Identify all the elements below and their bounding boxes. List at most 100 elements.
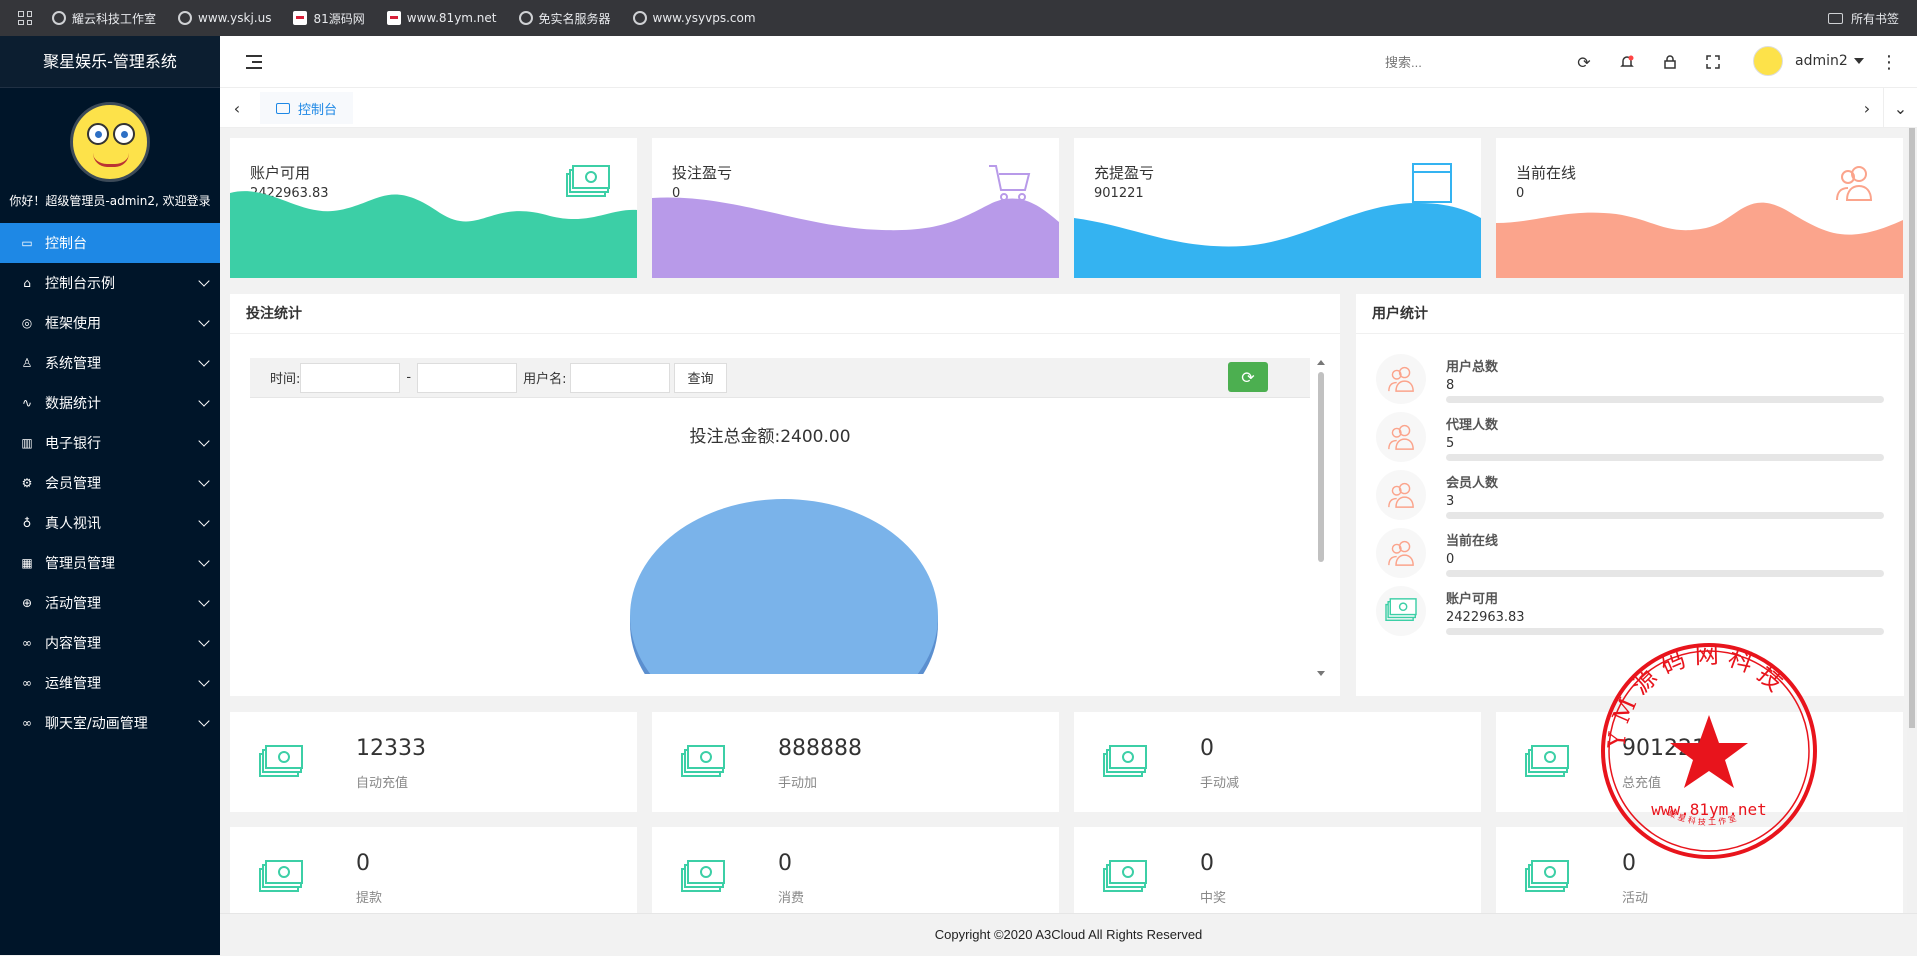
sidebar-item[interactable]: ▭ 控制台: [0, 223, 220, 263]
chevron-down-icon: [198, 555, 210, 567]
sidebar-item[interactable]: ◎ 框架使用: [0, 303, 220, 343]
sidebar-item[interactable]: ⚙ 会员管理: [0, 463, 220, 503]
bookmark-item[interactable]: 免实名服务器: [518, 10, 611, 27]
bookmark-item[interactable]: 耀云科技工作室: [52, 10, 156, 27]
bookmark-item[interactable]: www.81ym.net: [386, 11, 497, 25]
progress-bar: [1446, 628, 1884, 635]
fullscreen-icon[interactable]: [1704, 53, 1722, 71]
money-icon: [1102, 742, 1148, 784]
mini-stat-label: 中奖: [1200, 891, 1227, 906]
mini-stat-label: 消费: [778, 891, 805, 906]
bookmark-item[interactable]: 81源码网: [293, 10, 365, 27]
user-menu[interactable]: admin2: [1753, 46, 1864, 76]
sidebar-item[interactable]: ▥ 电子银行: [0, 423, 220, 463]
refresh-icon[interactable]: ⟳: [1575, 53, 1593, 72]
welcome-text: 你好！超级管理员-admin2, 欢迎登录: [9, 194, 211, 208]
progress-bar: [1446, 396, 1884, 403]
tab-prev-icon[interactable]: ‹: [220, 88, 254, 128]
username: admin2: [1795, 53, 1848, 69]
sidebar-item-label: 会员管理: [45, 476, 101, 492]
user-statistics-panel: 用户统计 用户总数 8 代理人数 5 会员人数 3 当前在线 0 账户可用 24…: [1356, 294, 1904, 696]
money-icon: [258, 857, 304, 899]
chevron-down-icon: [198, 715, 210, 727]
money-icon: [258, 742, 304, 784]
wave-decoration: [230, 191, 637, 278]
sidebar-item-label: 活动管理: [45, 596, 101, 612]
pie-chart: [230, 294, 1310, 696]
money-icon: [1376, 586, 1426, 636]
sidebar-item[interactable]: ⌂ 控制台示例: [0, 263, 220, 303]
infinity-icon: ∞: [22, 716, 32, 730]
mini-stat-card: 0 消费: [652, 827, 1059, 913]
user-stat-row: 用户总数 8: [1376, 354, 1884, 416]
globe-icon: [52, 11, 66, 25]
sidebar-item-label: 电子银行: [45, 436, 101, 452]
user-stat-label: 代理人数: [1446, 418, 1499, 433]
flask-icon: ♁: [22, 516, 32, 530]
users-icon: [1376, 470, 1426, 520]
gear-icon: ⚙: [21, 476, 33, 490]
tab-dropdown-icon[interactable]: ⌄: [1883, 88, 1917, 128]
sidebar-item[interactable]: ⊕ 活动管理: [0, 583, 220, 623]
sidebar-menu: ▭ 控制台 ⌂ 控制台示例 ◎ 框架使用 ♙ 系统管理 ∿ 数据统计 ▥ 电子银行 ⚙ 会员管理 ♁ 真人视讯…: [0, 223, 220, 743]
sidebar-item[interactable]: ∞ 运维管理: [0, 663, 220, 703]
money-icon: [1102, 857, 1148, 899]
panel-scrollbar[interactable]: [1316, 360, 1326, 676]
mini-stat-card: 901221 总充值: [1496, 712, 1903, 812]
menu-toggle-icon[interactable]: [246, 55, 262, 69]
mini-stat-label: 活动: [1622, 891, 1649, 906]
avatar: [70, 102, 150, 182]
more-vertical-icon[interactable]: ⋮: [1880, 36, 1898, 88]
sidebar-item[interactable]: ♁ 真人视讯: [0, 503, 220, 543]
wave-decoration: [652, 197, 1059, 278]
sidebar-item-label: 运维管理: [45, 676, 101, 692]
mini-stat-card: 888888 手动加: [652, 712, 1059, 812]
user-stat-label: 会员人数: [1446, 476, 1499, 491]
bookmark-item[interactable]: www.ysyvps.com: [632, 11, 756, 25]
lock-icon[interactable]: [1661, 53, 1679, 71]
stat-card: 账户可用 2422963.83: [230, 138, 637, 278]
money-icon: [680, 742, 726, 784]
user-stat-row: 代理人数 5: [1376, 412, 1884, 474]
infinity-icon: ∞: [22, 636, 32, 650]
sidebar-item-label: 框架使用: [45, 316, 101, 332]
user-stat-label: 用户总数: [1446, 360, 1499, 375]
tab-dashboard[interactable]: 控制台: [260, 92, 354, 124]
user-stat-row: 账户可用 2422963.83: [1376, 586, 1884, 648]
all-bookmarks-button[interactable]: 所有书签: [1827, 0, 1899, 36]
sidebar-item-label: 系统管理: [45, 356, 101, 372]
money-icon: [1524, 742, 1570, 784]
search-input[interactable]: [1385, 50, 1525, 74]
monitor-icon: [276, 102, 290, 114]
user-avatar: [1753, 46, 1783, 76]
bookmark-item[interactable]: www.yskj.us: [178, 11, 271, 25]
panel-title: 用户统计: [1356, 294, 1904, 334]
progress-bar: [1446, 570, 1884, 577]
tab-bar: ‹ 控制台 › ⌄: [220, 88, 1917, 128]
site-icon: [293, 11, 308, 25]
sidebar-item[interactable]: ∞ 内容管理: [0, 623, 220, 663]
mini-stat-label: 手动减: [1200, 776, 1240, 791]
sidebar-item[interactable]: ∿ 数据统计: [0, 383, 220, 423]
pulse-icon: ∿: [21, 396, 33, 410]
mini-stat-label: 自动充值: [356, 776, 409, 791]
user-stat-row: 会员人数 3: [1376, 470, 1884, 532]
mini-stat-value: 0: [356, 851, 370, 876]
bell-icon[interactable]: [1618, 53, 1636, 71]
mini-stat-value: 0: [778, 851, 792, 876]
sidebar-item[interactable]: ∞ 聊天室/动画管理: [0, 703, 220, 743]
mini-stat-value: 0: [1200, 736, 1214, 761]
page-scrollbar[interactable]: [1907, 128, 1917, 913]
sidebar-item[interactable]: ▦ 管理员管理: [0, 543, 220, 583]
apps-grid-icon[interactable]: [18, 11, 32, 25]
wave-decoration: [1496, 202, 1903, 278]
chevron-down-icon: [198, 675, 210, 687]
sidebar-item-label: 数据统计: [45, 396, 101, 412]
mini-stat-card: 0 手动减: [1074, 712, 1481, 812]
chevron-down-icon: [198, 515, 210, 527]
tab-next-icon[interactable]: ›: [1850, 88, 1884, 128]
chevron-down-icon: [198, 635, 210, 647]
user-stat-label: 当前在线: [1446, 534, 1499, 549]
sidebar-item[interactable]: ♙ 系统管理: [0, 343, 220, 383]
monitor-icon: ▭: [21, 236, 33, 250]
